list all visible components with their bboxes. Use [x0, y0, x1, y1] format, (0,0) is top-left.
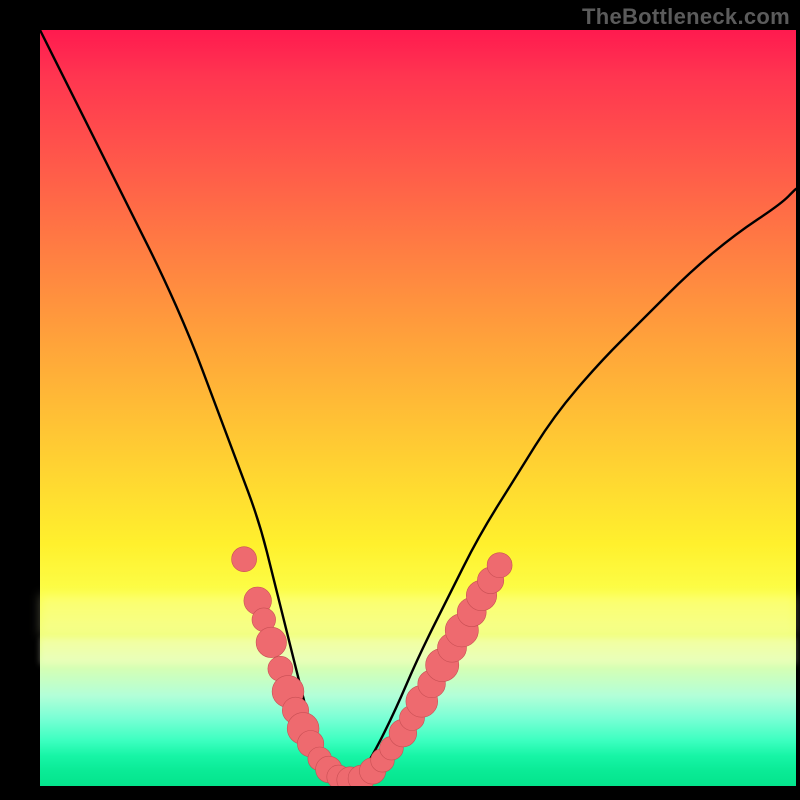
curve-marker [232, 547, 257, 572]
curve-marker [256, 627, 286, 657]
bottleneck-curve-path [40, 30, 796, 784]
curve-marker [487, 553, 512, 578]
watermark-text: TheBottleneck.com [582, 4, 790, 30]
chart-svg [40, 30, 796, 786]
chart-frame: TheBottleneck.com [0, 0, 800, 800]
